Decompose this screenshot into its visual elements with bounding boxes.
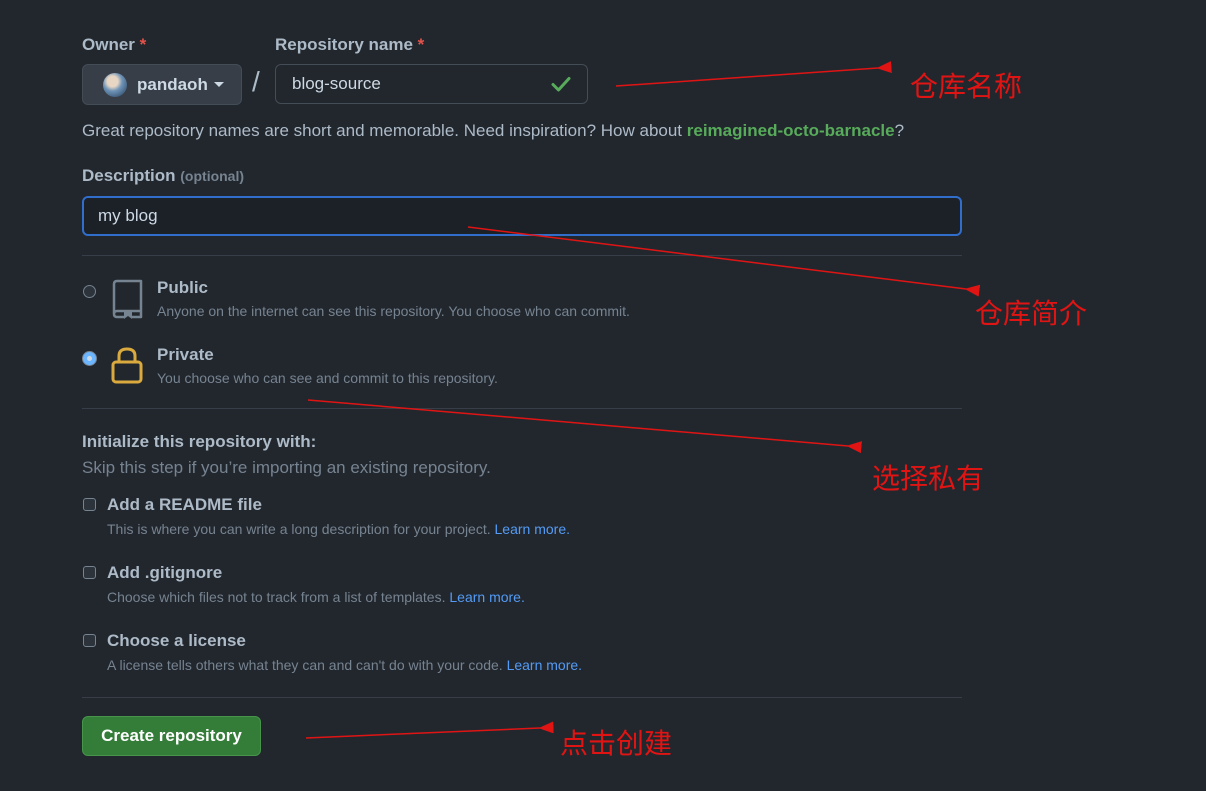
annotation-repo-name: 仓库名称 <box>910 70 1023 103</box>
annotation-create: 点击创建 <box>560 727 673 760</box>
arrow-description <box>467 226 981 297</box>
annotation-private: 选择私有 <box>872 462 985 495</box>
annotation-arrows <box>305 61 981 739</box>
arrow-private <box>307 399 862 454</box>
arrow-repo-name <box>615 61 892 87</box>
arrow-create <box>305 721 554 739</box>
annotation-description: 仓库简介 <box>975 297 1088 330</box>
